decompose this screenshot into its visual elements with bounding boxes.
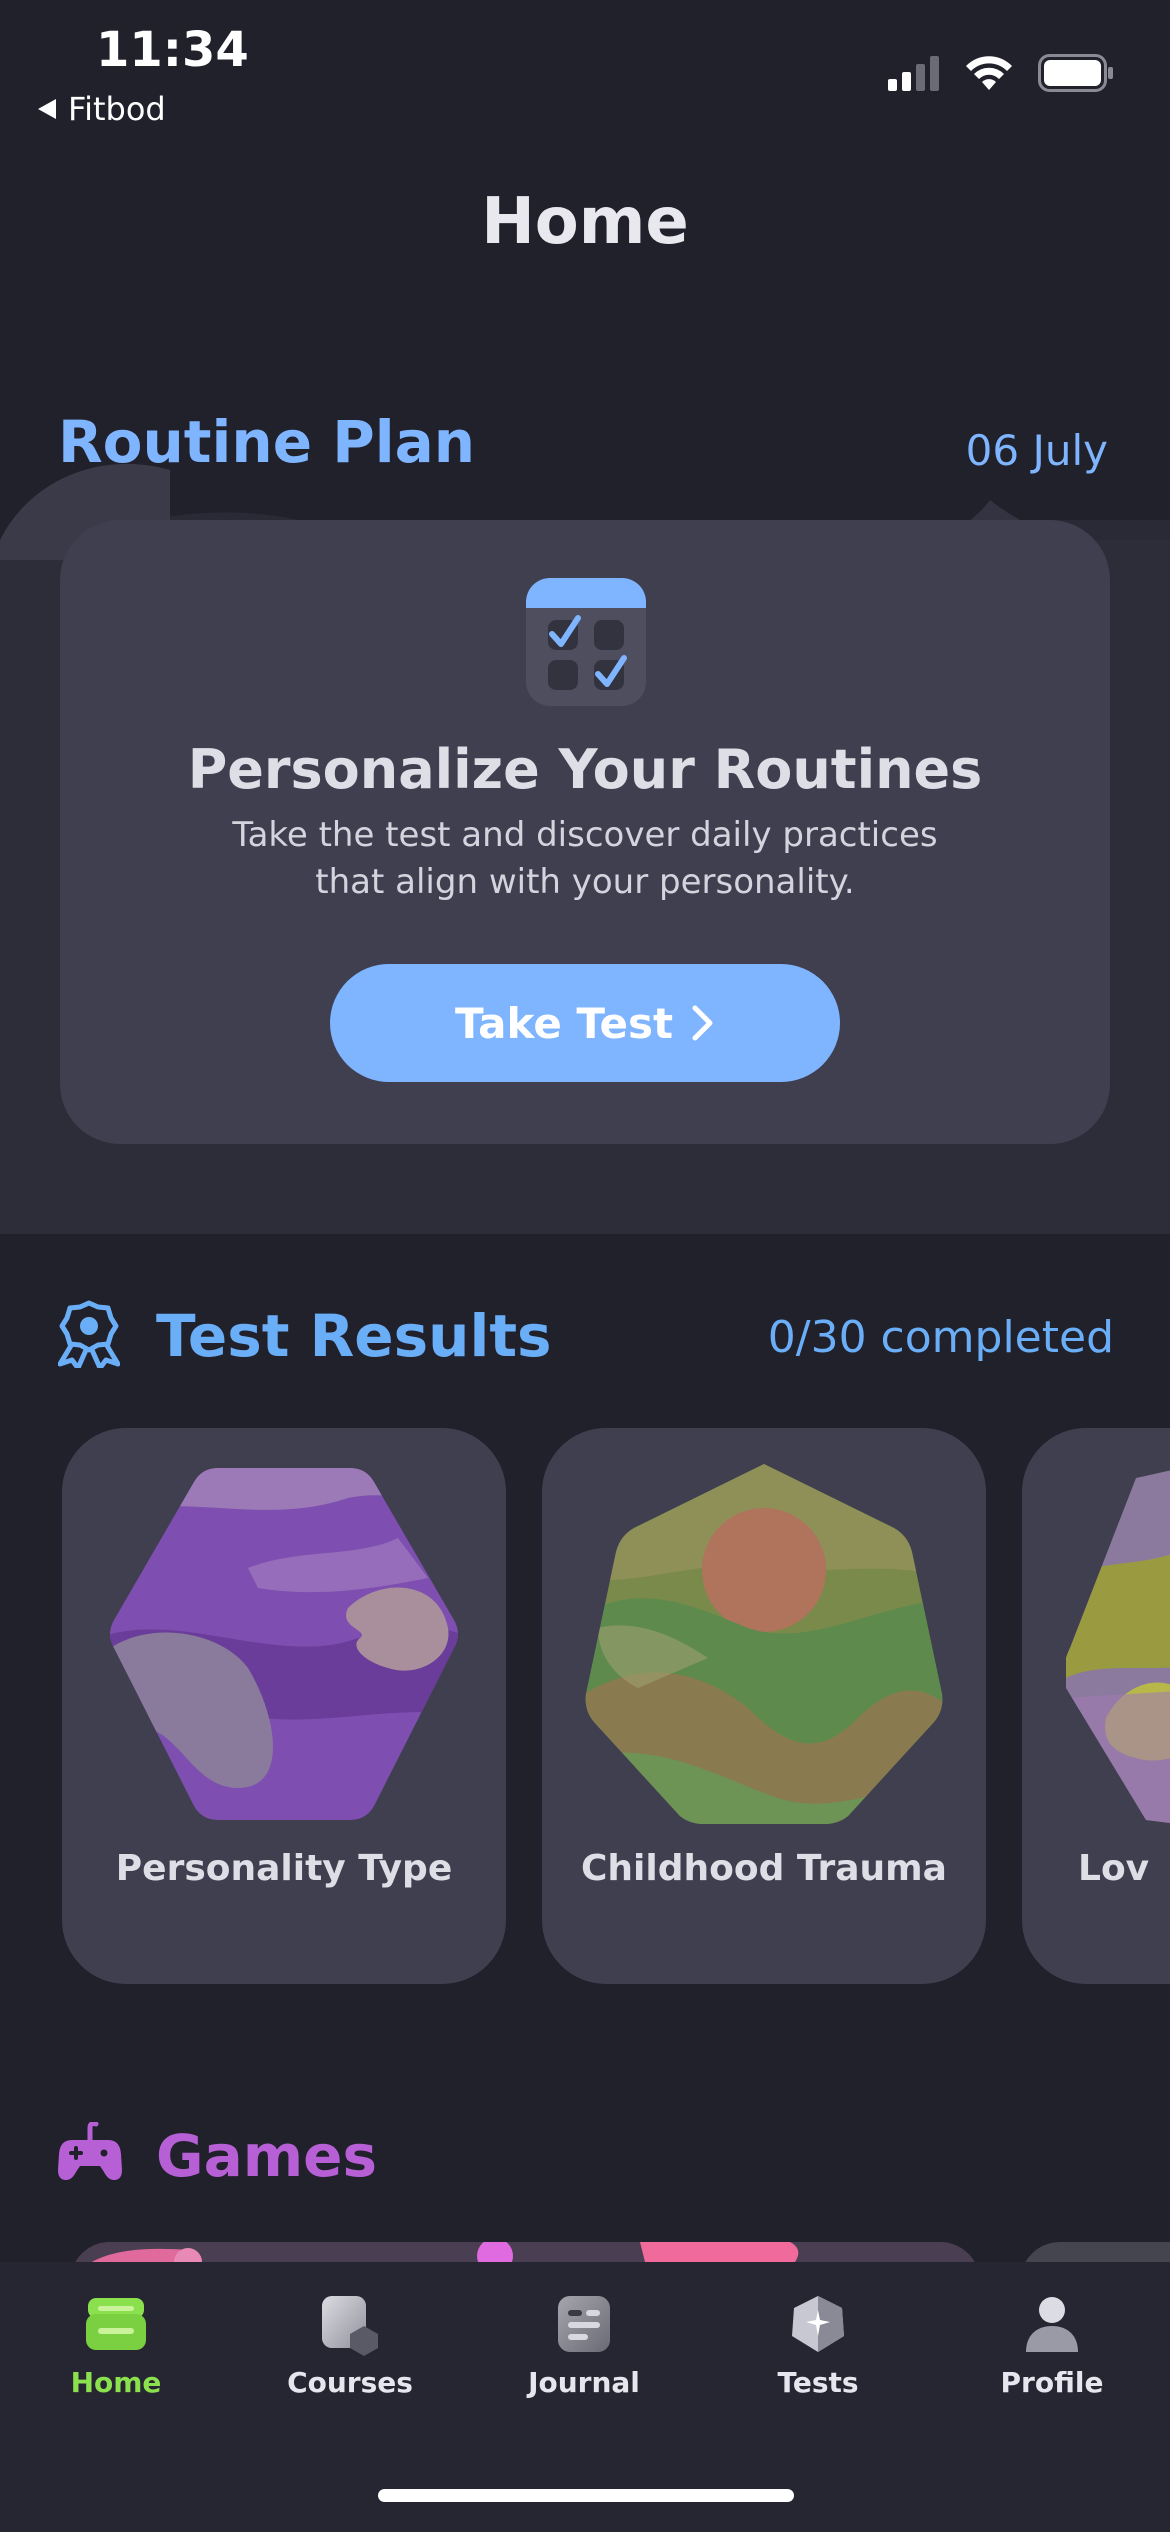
hero-section: 11:34 Fitbod Home Routine Plan 06 July P…	[0, 0, 1170, 1234]
games-title: Games	[156, 2122, 378, 2190]
battery-icon	[1038, 54, 1113, 92]
routine-card-subtitle: Take the test and discover daily practic…	[232, 815, 938, 902]
test-card-childhood-trauma[interactable]: Childhood Trauma	[542, 1428, 986, 1984]
tab-profile[interactable]: Profile	[962, 2292, 1142, 2399]
tab-tests[interactable]: Tests	[728, 2292, 908, 2399]
tab-label: Journal	[528, 2366, 640, 2399]
courses-icon	[322, 2296, 378, 2356]
home-stack-icon	[86, 2298, 146, 2350]
test-card-label: Personality Type	[115, 1848, 453, 1889]
tests-icon	[792, 2296, 844, 2352]
tab-label: Profile	[1000, 2366, 1104, 2399]
routine-plan-date: 06 July	[965, 426, 1108, 475]
take-test-button[interactable]: Take Test	[330, 964, 840, 1082]
test-card-label: Lov	[1078, 1848, 1150, 1889]
test-card-label: Childhood Trauma	[581, 1848, 947, 1889]
test-card-love[interactable]: Lov	[1022, 1428, 1170, 1984]
journal-icon	[558, 2296, 610, 2352]
test-card-personality-type[interactable]: Personality Type	[62, 1428, 506, 1984]
gamepad-icon	[58, 2122, 122, 2180]
page-title: Home	[481, 185, 689, 259]
award-ribbon-icon	[58, 1300, 120, 1368]
tab-label: Courses	[287, 2366, 413, 2399]
back-app-label: Fitbod	[68, 90, 166, 128]
routine-plan-title: Routine Plan	[58, 408, 476, 476]
tab-label: Tests	[777, 2366, 859, 2399]
status-time: 11:34	[96, 22, 249, 78]
tab-home[interactable]: Home	[26, 2292, 206, 2399]
status-icons	[888, 54, 1114, 92]
back-to-app-button[interactable]: Fitbod	[36, 90, 166, 128]
chevron-right-icon	[692, 1005, 713, 1041]
tab-journal[interactable]: Journal	[494, 2292, 674, 2399]
childhood-heptagon-icon	[585, 1464, 943, 1824]
signal-icon	[888, 56, 939, 91]
checklist-calendar-icon	[526, 578, 646, 706]
home-indicator[interactable]	[378, 2489, 794, 2502]
profile-icon	[1026, 2297, 1078, 2352]
test-results-title: Test Results	[156, 1302, 552, 1370]
routine-card-title: Personalize Your Routines	[187, 738, 983, 801]
take-test-label: Take Test	[454, 998, 674, 1048]
test-results-count: 0/30 completed	[767, 1312, 1114, 1363]
tab-courses[interactable]: Courses	[260, 2292, 440, 2399]
back-triangle-icon	[38, 99, 56, 119]
personality-hexagon-icon	[110, 1468, 458, 1820]
tab-label: Home	[70, 2366, 162, 2399]
wifi-icon	[966, 56, 1012, 90]
love-test-icon	[1066, 1458, 1170, 1830]
